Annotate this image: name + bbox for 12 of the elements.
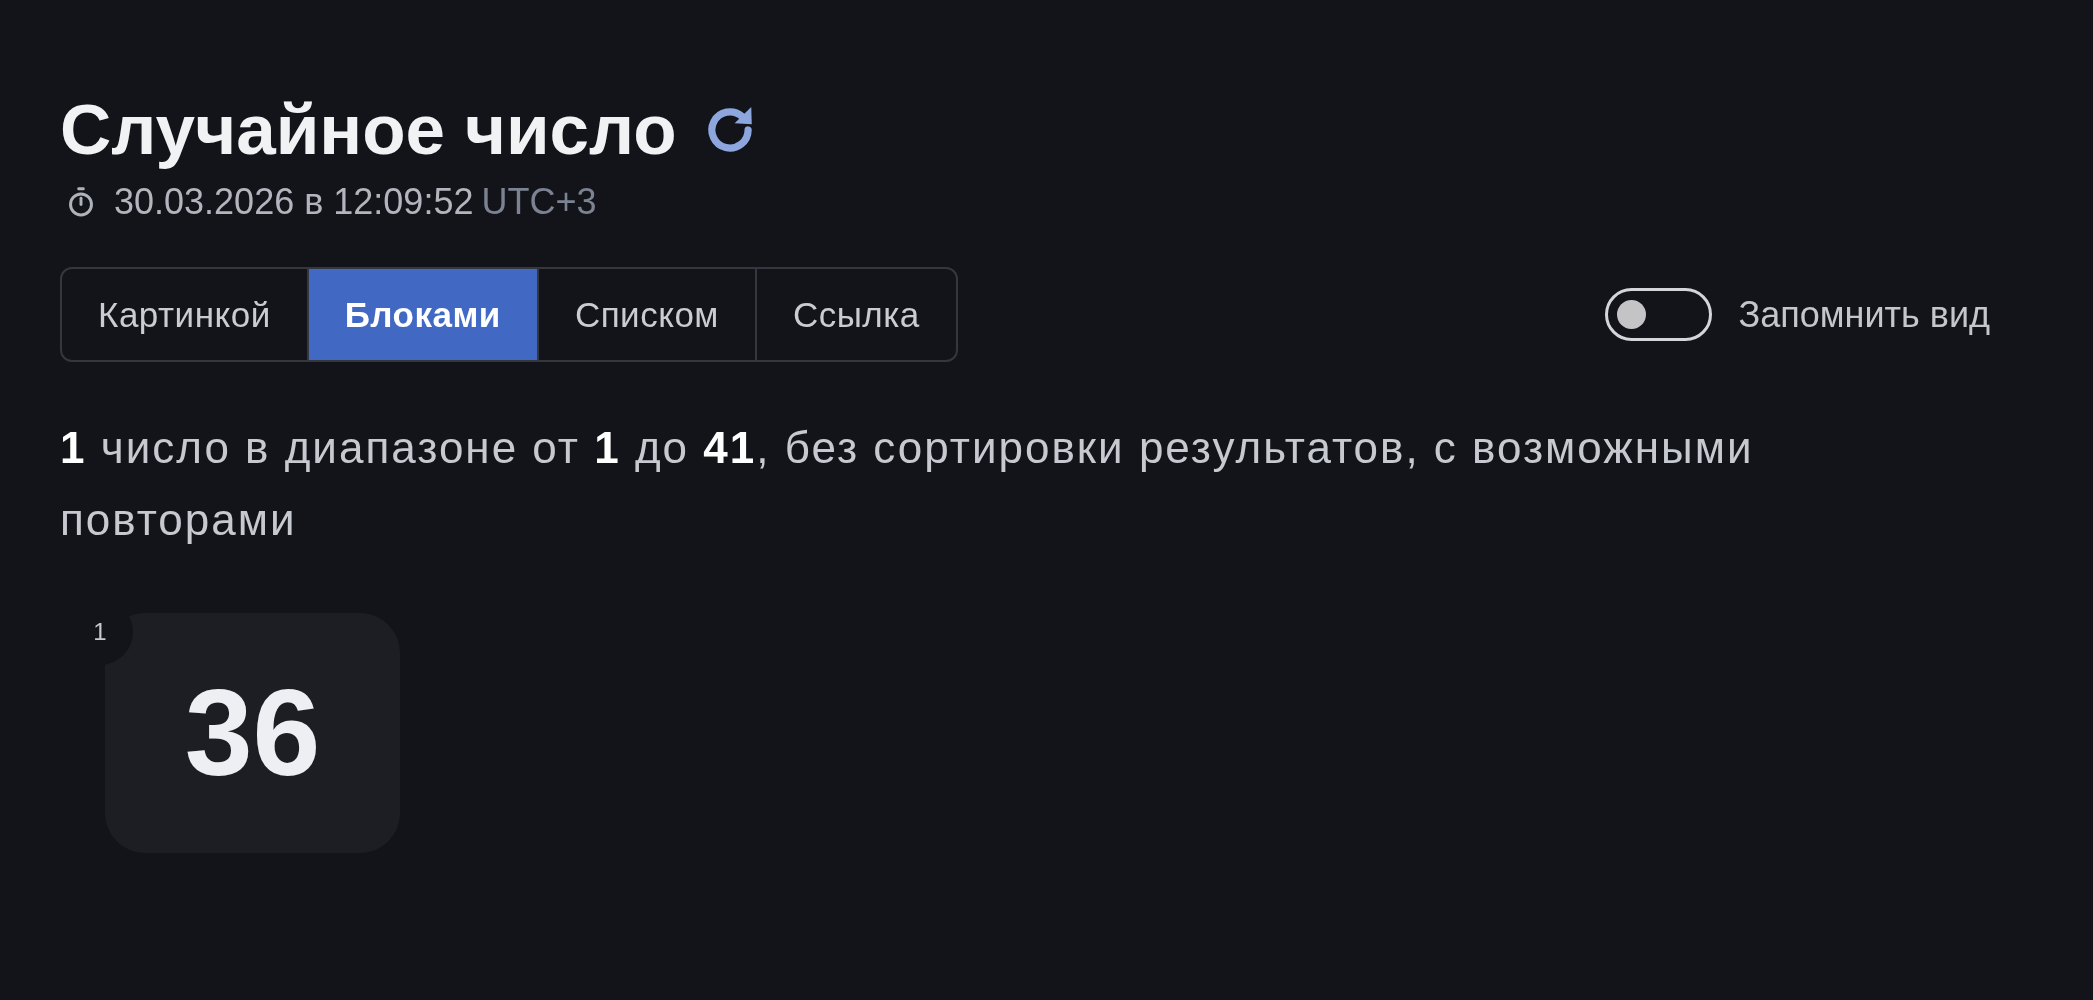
description-text: 1 число в диапазоне от 1 до 41, без сортировки результатов, с возможными повторами xyxy=(60,422,1755,546)
stopwatch-icon xyxy=(66,186,96,218)
view-tab[interactable]: Ссылка xyxy=(754,269,956,360)
switch-label[interactable]: Запомнить вид xyxy=(1738,293,1990,336)
view-tab[interactable]: Списком xyxy=(536,269,755,360)
timestamp: 30.03.2026 в 12:09:52 xyxy=(114,182,474,222)
view-tab[interactable]: Картинкой xyxy=(62,269,307,360)
view-tab[interactable]: Блоками xyxy=(306,269,537,360)
remember-view-switch[interactable] xyxy=(1605,288,1713,341)
result-number: 36 xyxy=(184,672,321,794)
timezone: UTC+3 xyxy=(481,182,597,222)
page-title: Случайное число xyxy=(60,92,677,168)
